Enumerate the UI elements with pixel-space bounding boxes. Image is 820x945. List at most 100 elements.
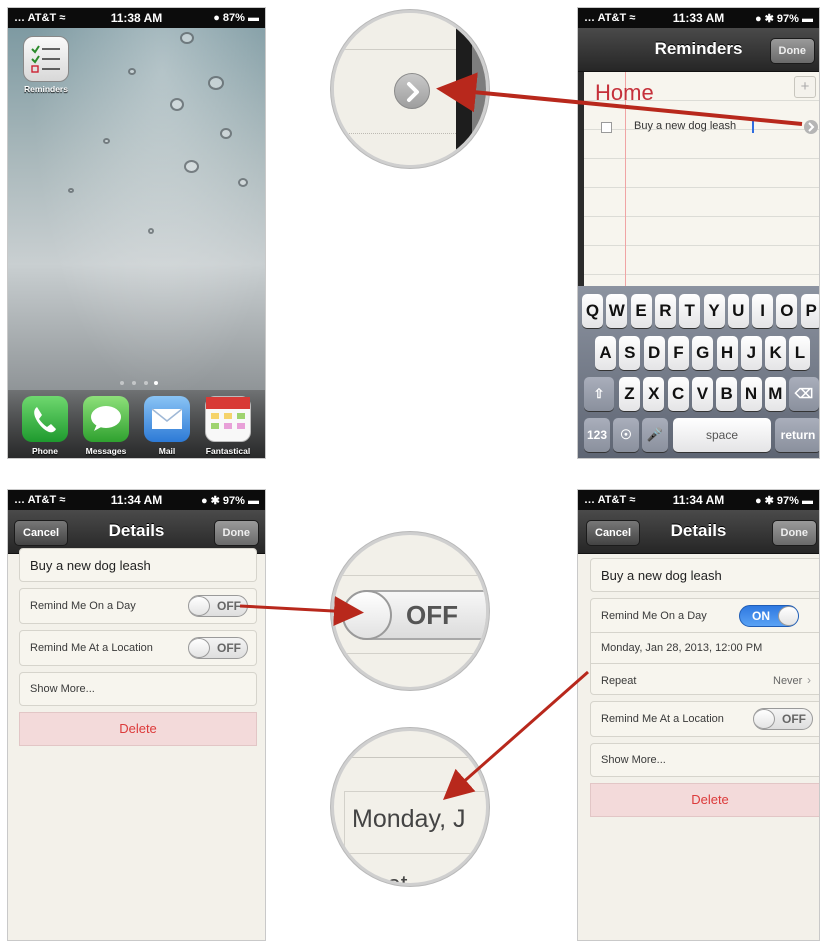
zoom-line <box>334 757 486 758</box>
reminder-title: Buy a new dog leash <box>30 558 151 573</box>
key-r[interactable]: R <box>654 294 676 328</box>
key-m[interactable]: M <box>764 377 786 411</box>
zoom-line <box>334 653 486 654</box>
reminders-app-icon[interactable] <box>23 36 69 82</box>
key-v[interactable]: V <box>691 377 713 411</box>
toggle-label: ON <box>752 609 770 623</box>
list-title: Home <box>595 80 654 105</box>
key-t[interactable]: T <box>679 294 701 328</box>
navigation-bar: Cancel Details Done <box>578 510 819 554</box>
zoom-line <box>344 791 486 792</box>
dock-label-mail: Mail <box>158 446 176 456</box>
water-drop <box>238 178 248 187</box>
key-j[interactable]: J <box>740 336 762 370</box>
mail-app-icon[interactable] <box>144 396 190 442</box>
zoom-dotted-line <box>344 133 462 134</box>
toggle-label: OFF <box>217 641 241 655</box>
key-x[interactable]: X <box>643 377 665 411</box>
dock-label-fantastical: Fantastical <box>205 446 251 456</box>
battery-indicator: ● ✱ 97% ▬ <box>200 495 259 507</box>
disclosure-button[interactable] <box>804 120 818 134</box>
zoom-sidebar-grey <box>472 13 486 165</box>
water-drop <box>68 188 74 193</box>
magnifier-toggle: OFF <box>331 532 489 690</box>
toggle-knob <box>189 638 210 658</box>
done-button[interactable]: Done <box>213 520 259 546</box>
show-more-label: Show More... <box>30 683 95 695</box>
key-n[interactable]: N <box>740 377 762 411</box>
reminder-item-text[interactable]: Buy a new dog leash <box>634 120 736 132</box>
key-k[interactable]: K <box>765 336 787 370</box>
remind-location-cell: Remind Me At a Location OFF <box>19 630 257 666</box>
microphone-key[interactable]: 🎤 <box>642 418 668 452</box>
done-button[interactable]: Done <box>769 38 815 64</box>
remind-location-cell: Remind Me At a Location OFF <box>590 701 819 737</box>
toggle-knob <box>754 709 775 729</box>
title-cell[interactable]: Buy a new dog leash <box>19 548 257 582</box>
key-o[interactable]: O <box>776 294 798 328</box>
magnifier-date: Monday, J Repeat <box>331 728 489 886</box>
key-e[interactable]: E <box>630 294 652 328</box>
remind-day-toggle[interactable]: ON <box>739 605 799 627</box>
delete-key[interactable]: ⌫ <box>789 377 819 411</box>
magnifier-disclosure <box>331 10 489 168</box>
zoom-date-text: Monday, J <box>352 805 466 833</box>
numbers-key[interactable]: 123 <box>584 418 610 452</box>
key-a[interactable]: A <box>595 336 616 370</box>
key-y[interactable]: Y <box>703 294 725 328</box>
key-s[interactable]: S <box>619 336 641 370</box>
key-q[interactable]: Q <box>582 294 603 328</box>
fantastical-app-icon[interactable] <box>205 396 251 442</box>
add-button[interactable]: + <box>794 76 816 98</box>
messages-app-icon[interactable] <box>83 396 129 442</box>
delete-button[interactable]: Delete <box>590 783 819 817</box>
water-drop <box>184 160 199 173</box>
zoom-toggle-label: OFF <box>406 600 458 630</box>
key-w[interactable]: W <box>606 294 628 328</box>
reminders-app-label: Reminders <box>24 84 68 94</box>
key-b[interactable]: B <box>716 377 738 411</box>
globe-key[interactable]: ☉ <box>613 418 639 452</box>
keyboard: QWERTYUIOP ASDFGHJKL ZXCVBNM ⇧ ⌫ 123 ☉ 🎤… <box>578 286 819 458</box>
key-c[interactable]: C <box>667 377 689 411</box>
space-key[interactable]: space <box>673 418 771 452</box>
key-p[interactable]: P <box>800 294 819 328</box>
return-key[interactable]: return <box>775 418 819 452</box>
zoom-toggle-knob <box>342 590 392 640</box>
speech-bubble-icon <box>91 406 121 431</box>
status-bar: … AT&T ≈ 11:38 AM ● 87% ▬ <box>8 8 265 28</box>
reminder-checkbox[interactable] <box>601 122 612 133</box>
key-g[interactable]: G <box>692 336 714 370</box>
show-more-cell[interactable]: Show More... <box>19 672 257 706</box>
reminder-date[interactable]: Monday, Jan 28, 2013, 12:00 PM <box>601 642 762 654</box>
repeat-value[interactable]: Never <box>773 675 802 687</box>
page-indicator-dot <box>144 381 148 385</box>
key-l[interactable]: L <box>789 336 811 370</box>
remind-location-toggle[interactable]: OFF <box>188 637 248 659</box>
remind-location-toggle[interactable]: OFF <box>753 708 813 730</box>
phone-app-icon[interactable] <box>22 396 68 442</box>
dock-label-messages: Messages <box>85 446 127 456</box>
done-button[interactable]: Done <box>771 520 817 546</box>
reminder-title: Buy a new dog leash <box>601 568 722 583</box>
key-d[interactable]: D <box>643 336 665 370</box>
key-u[interactable]: U <box>727 294 749 328</box>
key-z[interactable]: Z <box>619 377 640 411</box>
phone-handset-icon <box>34 407 56 433</box>
key-i[interactable]: I <box>752 294 774 328</box>
key-h[interactable]: H <box>716 336 738 370</box>
chevron-right-icon <box>407 82 419 102</box>
cell-divider <box>591 632 819 633</box>
repeat-label[interactable]: Repeat <box>601 675 636 687</box>
remind-day-toggle[interactable]: OFF <box>188 595 248 617</box>
home-screen-phone: … AT&T ≈ 11:38 AM ● 87% ▬ Reminders Phon… <box>7 7 266 459</box>
title-cell[interactable]: Buy a new dog leash <box>590 558 819 592</box>
envelope-icon <box>151 408 183 429</box>
delete-button[interactable]: Delete <box>19 712 257 746</box>
shift-key[interactable]: ⇧ <box>584 377 614 411</box>
water-drop <box>170 98 184 111</box>
toggle-label: OFF <box>782 712 806 726</box>
battery-indicator: ● ✱ 97% ▬ <box>754 13 813 25</box>
key-f[interactable]: F <box>667 336 689 370</box>
show-more-cell[interactable]: Show More... <box>590 743 819 777</box>
